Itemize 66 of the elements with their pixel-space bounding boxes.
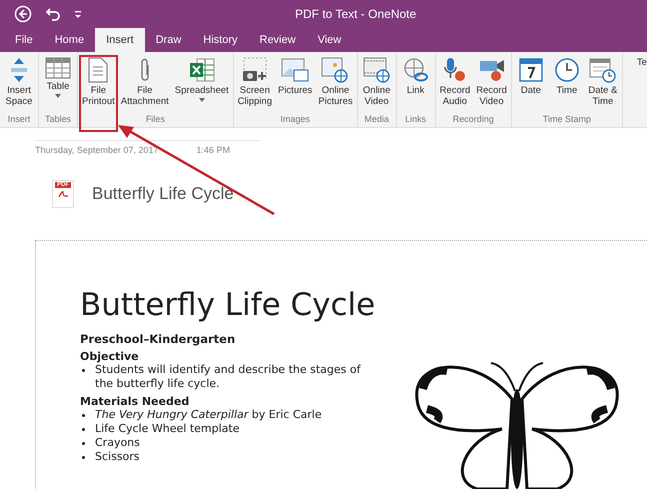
ribbon-button[interactable]: Date bbox=[512, 55, 549, 114]
ribbon-button[interactable]: Spreadsheet bbox=[172, 55, 232, 114]
bullet-icon bbox=[82, 369, 85, 372]
camera-icon bbox=[240, 57, 269, 83]
ribbon-button[interactable]: Insert Space bbox=[1, 55, 37, 114]
window-title: PDF to Text - OneNote bbox=[295, 7, 416, 21]
ribbon-button[interactable]: Te bbox=[624, 55, 647, 127]
list-item: Scissors bbox=[95, 450, 140, 464]
ribbon-button[interactable]: Screen Clipping bbox=[234, 55, 275, 114]
bullet-icon bbox=[82, 456, 85, 459]
page-time: 1:46 PM bbox=[196, 145, 230, 155]
ribbon-tab[interactable]: Draw bbox=[144, 28, 192, 52]
group-label: Links bbox=[405, 114, 426, 126]
document-icon bbox=[88, 57, 108, 83]
ribbon-button[interactable]: Record Video bbox=[473, 55, 510, 114]
bullet-icon bbox=[82, 428, 85, 431]
spreadsheet-icon bbox=[188, 57, 215, 83]
clock-icon bbox=[554, 57, 580, 83]
group-label: Files bbox=[146, 114, 165, 126]
ribbon-tab[interactable]: View bbox=[306, 28, 352, 52]
printout-frame[interactable] bbox=[35, 240, 647, 491]
document-heading: Butterfly Life Cycle bbox=[80, 286, 376, 325]
document-subtitle: Preschool–Kindergarten bbox=[80, 332, 236, 346]
ribbon-tab[interactable]: Review bbox=[248, 28, 307, 52]
ribbon-button[interactable]: Pictures bbox=[274, 55, 316, 114]
calendar-icon bbox=[518, 57, 543, 83]
group-label: Time Stamp bbox=[542, 114, 591, 126]
back-icon[interactable] bbox=[14, 5, 32, 23]
group-label: Media bbox=[364, 114, 389, 126]
ribbon-tab[interactable]: File bbox=[4, 28, 44, 52]
list-item: Students will identify and describe the stages of the butterfly life cycle. bbox=[95, 363, 362, 391]
video-camera-icon bbox=[478, 57, 506, 83]
ribbon-tab[interactable]: History bbox=[192, 28, 248, 52]
ribbon-button[interactable]: Online Video bbox=[358, 55, 395, 114]
vertical-arrows-icon bbox=[8, 57, 30, 83]
section-title: Materials Needed bbox=[80, 395, 190, 408]
section-title: Objective bbox=[80, 350, 140, 363]
ribbon-button[interactable]: File Attachment bbox=[118, 55, 172, 114]
ribbon-tab[interactable]: Home bbox=[44, 28, 96, 52]
calendar-clock-icon bbox=[588, 57, 617, 83]
list-item: Crayons bbox=[95, 436, 140, 450]
customize-icon[interactable] bbox=[74, 8, 82, 20]
picture-icon bbox=[281, 57, 310, 83]
ribbon-button[interactable]: File Printout bbox=[79, 55, 118, 132]
film-globe-icon bbox=[362, 57, 391, 83]
ribbon-button[interactable]: Date & Time bbox=[584, 55, 621, 114]
ribbon-button[interactable]: Table bbox=[40, 55, 76, 114]
group-label: Images bbox=[280, 114, 310, 126]
list-item: Life Cycle Wheel template bbox=[95, 422, 240, 436]
globe-link-icon bbox=[402, 57, 429, 83]
bullet-icon bbox=[82, 442, 85, 445]
ribbon-button[interactable]: Time bbox=[548, 55, 585, 114]
group-label: Insert bbox=[8, 114, 30, 126]
undo-icon[interactable] bbox=[45, 6, 61, 22]
microphone-icon bbox=[442, 57, 467, 83]
ribbon-button[interactable]: Record Audio bbox=[436, 55, 474, 114]
ribbon-button[interactable]: Link bbox=[398, 55, 434, 114]
list-item: The Very Hungry Caterpillar by Eric Carle bbox=[95, 408, 322, 422]
table-icon bbox=[45, 57, 71, 79]
paperclip-icon bbox=[138, 57, 151, 83]
bullet-icon bbox=[82, 414, 85, 417]
picture-globe-icon bbox=[321, 57, 350, 83]
group-label: Tables bbox=[44, 114, 71, 126]
ribbon-button[interactable]: Online Pictures bbox=[315, 55, 356, 114]
ribbon-tab[interactable]: Insert bbox=[95, 28, 145, 52]
group-label: Recording bbox=[452, 114, 494, 126]
